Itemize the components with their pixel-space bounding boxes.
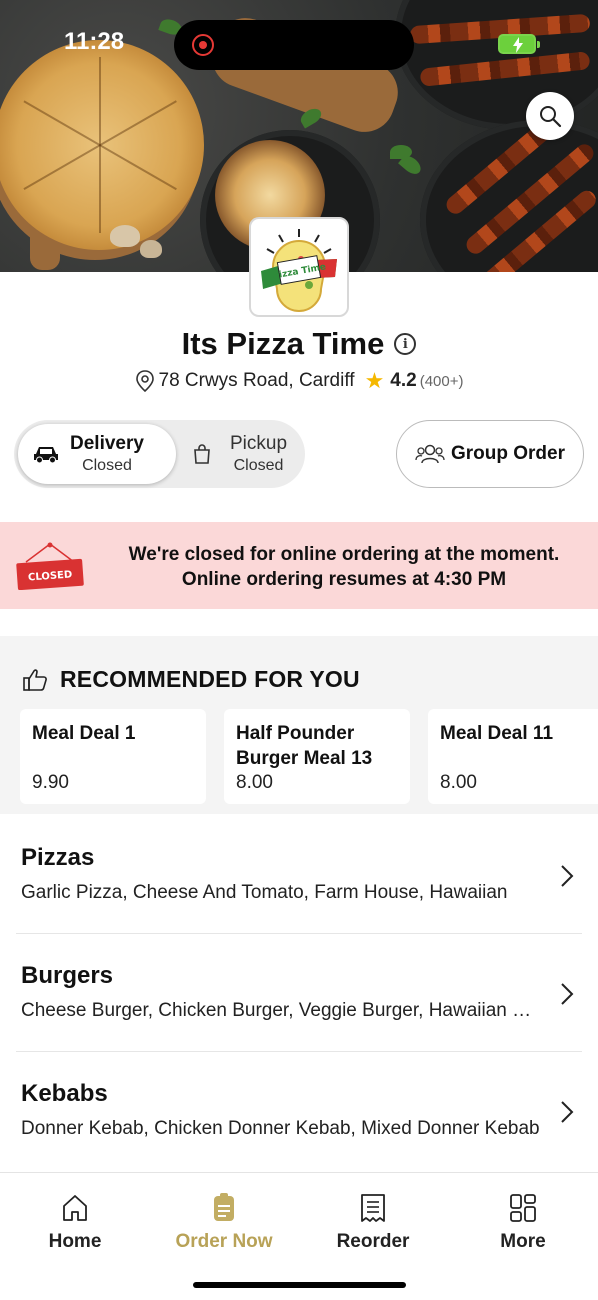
closed-notice-banner: CLOSED We're closed for online ordering … (0, 522, 598, 609)
shopping-bag-icon (194, 444, 210, 464)
tab-reorder-label: Reorder (336, 1231, 410, 1252)
bottom-tab-bar: Home Order Now Reorder More (0, 1172, 598, 1300)
recommended-section: RECOMMENDED FOR YOU Meal Deal 1 9.90 Hal… (0, 636, 598, 814)
pickup-status: Closed (233, 457, 284, 474)
car-icon (34, 447, 58, 464)
order-mode-toggle: Delivery Closed Pickup Closed (14, 420, 305, 488)
info-icon[interactable]: i (394, 333, 417, 355)
category-name: Burgers (21, 962, 114, 989)
grid-icon (510, 1194, 536, 1222)
category-name: Pizzas (21, 844, 95, 871)
location-pin-icon (135, 370, 154, 392)
recommended-item-name: Meal Deal 1 (32, 723, 136, 744)
restaurant-name: Its Pizza Time (181, 326, 385, 361)
delivery-label: Delivery (70, 433, 144, 454)
tab-home-label: Home (48, 1231, 102, 1252)
closed-message-line2: Online ordering resumes at 4:30 PM (181, 569, 507, 590)
thumbs-up-icon (23, 668, 47, 691)
closed-message-line1: We're closed for online ordering at the … (128, 544, 560, 565)
pickup-option[interactable]: Pickup Closed (184, 424, 302, 484)
category-row-pizzas[interactable]: Pizzas Garlic Pizza, Cheese And Tomato, … (0, 816, 598, 934)
group-order-label: Group Order (450, 443, 565, 464)
category-items: Cheese Burger, Chicken Burger, Veggie Bu… (21, 1000, 541, 1021)
tab-reorder[interactable]: Reorder (298, 1193, 448, 1253)
recommended-item-price: 8.00 (236, 772, 273, 793)
category-name: Kebabs (21, 1080, 108, 1107)
group-people-icon (415, 444, 445, 464)
recommended-item-name: Meal Deal 11 (440, 723, 554, 744)
recommended-card[interactable]: Meal Deal 1 9.90 (20, 709, 206, 804)
recommended-item-price: 8.00 (440, 772, 477, 793)
star-icon: ★ (364, 368, 385, 393)
tab-order-now[interactable]: Order Now (149, 1193, 299, 1253)
tab-home[interactable]: Home (0, 1193, 150, 1253)
home-icon (63, 1195, 87, 1221)
search-button[interactable] (526, 92, 574, 140)
search-icon (540, 106, 562, 128)
category-items: Donner Kebab, Chicken Donner Kebab, Mixe… (21, 1118, 540, 1139)
delivery-status: Closed (82, 457, 132, 474)
chevron-right-icon (561, 1101, 574, 1123)
chevron-right-icon (561, 865, 574, 887)
status-bar-time: 11:28 (64, 28, 125, 55)
delivery-option[interactable]: Delivery Closed (18, 424, 176, 484)
category-row-burgers[interactable]: Burgers Cheese Burger, Chicken Burger, V… (0, 934, 598, 1052)
closed-sign-icon: CLOSED (16, 542, 84, 590)
home-indicator[interactable] (193, 1282, 406, 1288)
tab-more[interactable]: More (448, 1193, 598, 1253)
recommended-card[interactable]: Half Pounder Burger Meal 13 8.00 (224, 709, 410, 804)
chevron-right-icon (561, 983, 574, 1005)
recommended-item-name: Half Pounder Burger Meal 13 (236, 723, 373, 769)
dynamic-island (174, 20, 414, 70)
rating-value: 4.2 (390, 370, 417, 391)
category-row-kebabs[interactable]: Kebabs Donner Kebab, Chicken Donner Keba… (0, 1052, 598, 1170)
battery-charging-icon (498, 34, 540, 54)
order-receipt-icon (214, 1193, 234, 1221)
restaurant-logo: Pizza Time (249, 217, 349, 317)
restaurant-address[interactable]: 78 Crwys Road, Cardiff (159, 370, 355, 392)
tab-more-label: More (500, 1231, 546, 1252)
group-order-button[interactable]: Group Order (396, 420, 584, 488)
category-items: Garlic Pizza, Cheese And Tomato, Farm Ho… (21, 882, 508, 903)
recommended-title: RECOMMENDED FOR YOU (60, 666, 360, 692)
recommended-item-price: 9.90 (32, 772, 69, 793)
receipt-icon (361, 1194, 385, 1222)
pickup-label: Pickup (230, 433, 288, 454)
rating-count: (400+) (419, 372, 464, 390)
recommended-card[interactable]: Meal Deal 11 8.00 (428, 709, 598, 804)
recording-indicator-icon (192, 34, 214, 56)
tab-order-now-label: Order Now (175, 1231, 273, 1252)
